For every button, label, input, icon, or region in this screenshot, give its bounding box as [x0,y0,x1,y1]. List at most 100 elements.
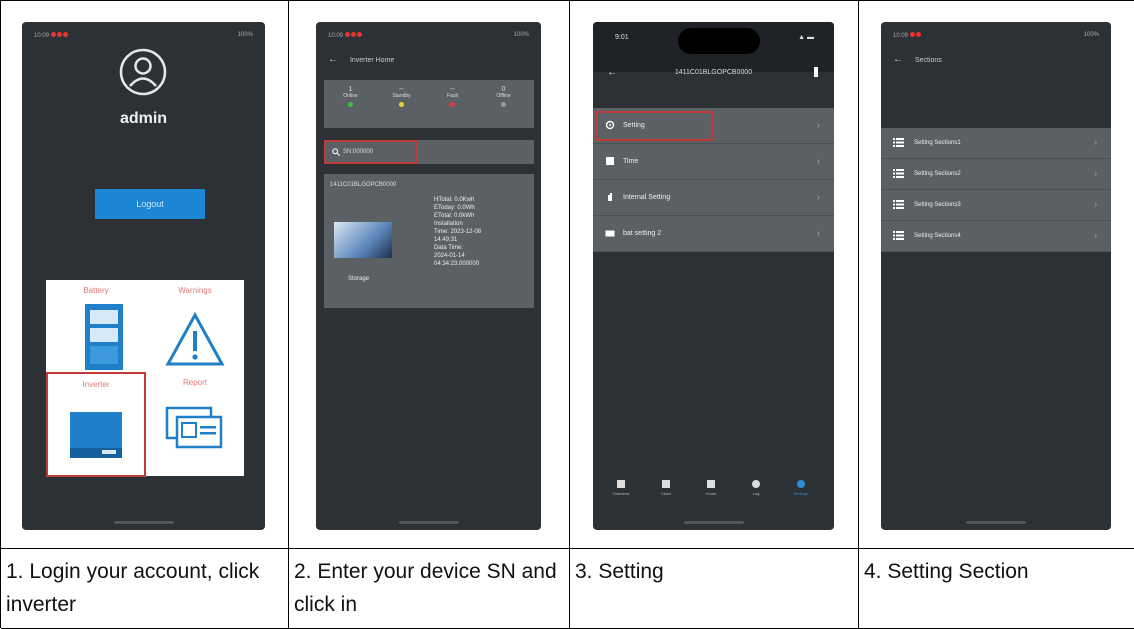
tab-label: Log [752,491,760,496]
section-label: Setting Sections3 [914,202,961,208]
hand-icon [608,193,612,201]
list-item[interactable]: Setting Sections4 › [881,221,1111,252]
status-battery: 100% [513,32,529,38]
list-icon [893,138,904,147]
list-icon [893,200,904,209]
section-label: Setting Sections1 [914,140,961,146]
status-bar: 10:09 100% [893,32,1099,40]
status-summary-panel: 1 Online -- Standby -- Fault 0 Offline [324,80,534,128]
menu-item-setting[interactable]: Setting › [593,108,834,144]
status-time: 9:01 [615,34,629,41]
stat-count: -- [450,86,455,93]
tab-chart[interactable]: Chart [652,480,680,496]
chevron-right-icon: › [1094,169,1097,178]
step-caption: 2. Enter your device SN and click in [294,560,557,616]
menu-item-label: Setting [623,122,645,129]
step-caption: 1. Login your account, click inverter [6,560,260,616]
phone-screen-sections: 10:09 100% ← Sections Setting Sections1 … [881,22,1111,530]
status-dot-icon [450,102,455,107]
stat-count: 0 [501,86,506,93]
page-header: ← Sections [893,54,942,65]
settings-icon [797,480,805,488]
list-item[interactable]: Setting Sections2 › [881,159,1111,190]
warnings-tile[interactable]: Warnings [146,280,244,384]
tab-label: Settings [793,491,809,496]
page-title: Sections [914,57,942,64]
inverter-icon [70,412,122,458]
chevron-right-icon: › [817,156,820,166]
stat-label: Offline [496,93,511,99]
home-indicator [398,521,459,524]
stat-standby: -- Standby [379,86,424,107]
username-label: admin [119,110,168,127]
stat-label: Fault [446,93,459,99]
home-indicator [966,521,1026,524]
document-icon [617,480,625,488]
stat-online: 1 Online [328,86,373,107]
section-label: Setting Sections2 [914,171,961,177]
home-indicator [683,521,744,524]
sections-list: Setting Sections1 › Setting Sections2 › … [881,128,1111,252]
warning-icon [165,312,225,366]
stat-count: -- [399,86,404,93]
step3-screenshot-cell: 9:01 ▲ ▬ ← 1411C01BLGOPCB0000 Setting › … [570,1,859,549]
list-icon [893,169,904,178]
search-icon [332,148,340,156]
tab-overview[interactable]: Overview [607,480,635,496]
page-header: ← Inverter Home [328,54,394,65]
step2-screenshot-cell: 10:09 100% ← Inverter Home 1 Online -- S… [289,1,570,549]
home-icon [707,480,715,488]
list-icon [893,231,904,240]
device-menu-list: Setting › Time › Internal Setting › bat … [593,108,834,252]
search-input-highlight[interactable]: SN:000000 [324,140,418,164]
menu-item-time[interactable]: Time › [593,144,834,180]
phone-screen-device-menu: 9:01 ▲ ▬ ← 1411C01BLGOPCB0000 Setting › … [593,22,834,530]
stat-label: Standby [392,93,411,99]
user-avatar-icon [119,48,167,96]
bookmark-icon[interactable] [814,67,818,77]
home-indicator [113,521,174,524]
status-dot-icon [348,102,353,107]
chevron-right-icon: › [817,192,820,202]
list-item[interactable]: Setting Sections3 › [881,190,1111,221]
page-title: 1411C01BLGOPCB0000 [674,69,753,76]
step-caption: 3. Setting [575,560,664,583]
chevron-right-icon: › [1094,231,1097,240]
inverter-tile[interactable]: Inverter [46,372,146,477]
back-arrow-icon[interactable]: ← [893,54,903,65]
tab-log[interactable]: Log [742,480,770,496]
step1-screenshot-cell: 10:09 100% admin Logout Battery Warnings… [1,1,289,549]
tile-label: Warnings [178,286,212,295]
report-tile[interactable]: Report [146,372,244,476]
logout-button[interactable]: Logout [95,189,205,219]
tab-label: Overview [612,491,630,496]
status-battery: 100% [1083,32,1099,38]
tab-label: Chart [661,491,671,496]
back-arrow-icon[interactable]: ← [328,54,338,65]
step3-caption-cell: 3. Setting [570,549,859,629]
status-time: 10:09 [893,33,909,39]
menu-item-bat-setting[interactable]: bat setting 2 › [593,216,834,252]
battery-icon [605,230,615,237]
search-input[interactable]: SN:000000 [343,149,373,155]
device-card[interactable]: 1411C01BLGOPCB0000 Storage HTotal: 0.0Kw… [324,174,534,308]
report-icon [165,406,223,449]
chevron-right-icon: › [817,120,820,130]
menu-item-internal-setting[interactable]: Internal Setting › [593,180,834,216]
tab-home[interactable]: Home [697,480,725,496]
phone-screen-inverter-home: 10:09 100% ← Inverter Home 1 Online -- S… [316,22,541,530]
sn-search-bar[interactable]: SN:000000 [324,140,534,164]
instruction-table: 10:09 100% admin Logout Battery Warnings… [0,0,1134,629]
tab-settings[interactable]: Settings [787,480,815,496]
clock-icon [606,157,614,165]
log-icon [752,480,760,488]
step2-caption-cell: 2. Enter your device SN and click in [289,549,570,629]
tile-label: Battery [83,286,109,295]
battery-tile[interactable]: Battery [46,280,146,384]
tile-label: Inverter [82,380,110,389]
list-item[interactable]: Setting Sections1 › [881,128,1111,159]
gear-icon [605,120,615,130]
status-dot-icon [399,102,404,107]
status-dot-icon [501,102,506,107]
bottom-tab-bar: Overview Chart Home Log Settings [593,480,834,510]
